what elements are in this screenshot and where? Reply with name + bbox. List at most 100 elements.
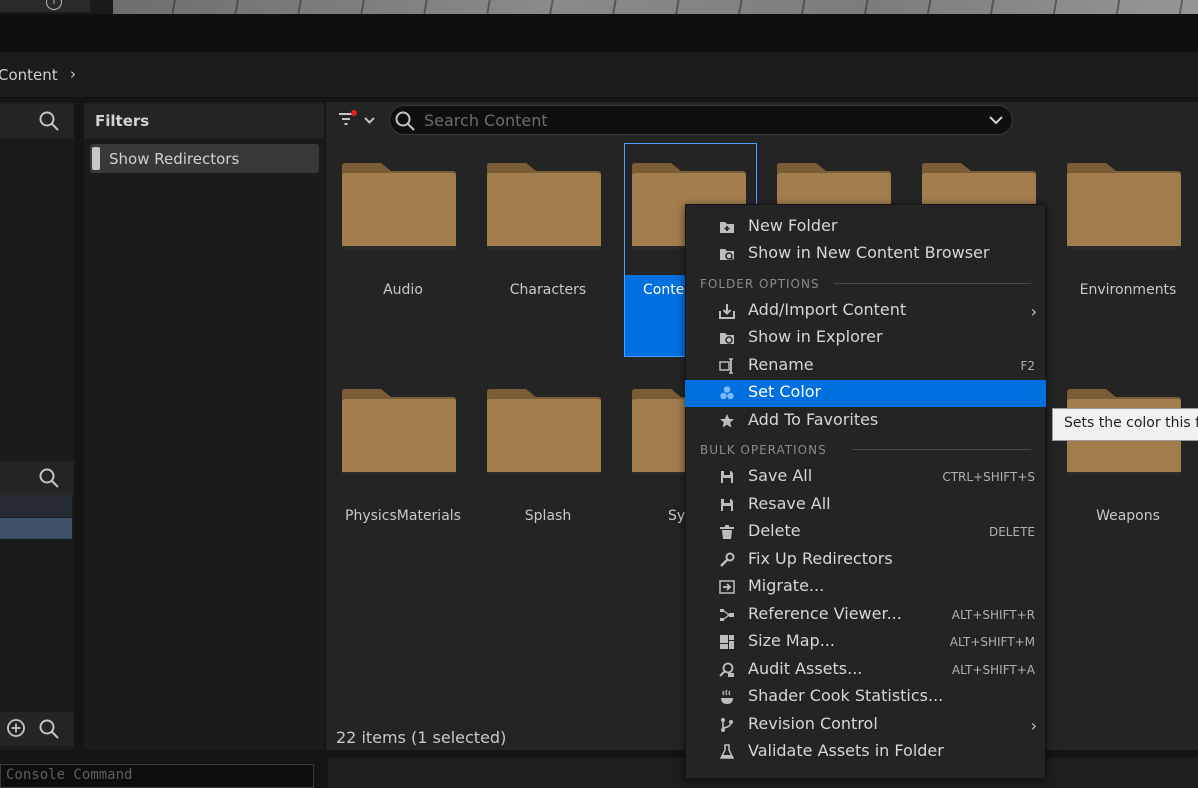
shortcut-label: ALT+SHIFT+R xyxy=(951,608,1035,622)
folder-tile[interactable] xyxy=(341,162,457,254)
wrench-icon xyxy=(720,552,735,567)
tooltip-text: Sets the color this f xyxy=(1064,415,1198,431)
panel-divider xyxy=(0,14,1198,52)
search-placeholder: Search Content xyxy=(424,111,548,130)
migrate-icon xyxy=(719,580,735,594)
shortcut-label: DELETE xyxy=(988,525,1035,539)
menu-item-show-in-explorer[interactable]: Show in Explorer xyxy=(685,325,1046,352)
menu-item-fix-redirectors[interactable]: Fix Up Redirectors xyxy=(685,547,1046,574)
search-icon[interactable] xyxy=(38,467,60,489)
menu-item-save-all[interactable]: Save All CTRL+SHIFT+S xyxy=(685,464,1046,491)
folder-tile[interactable] xyxy=(341,388,457,480)
menu-item-label: Save All xyxy=(748,466,813,485)
folder-tile[interactable] xyxy=(486,388,602,480)
folder-label: Audio xyxy=(383,282,423,298)
browse-folder-icon xyxy=(720,249,735,262)
search-icon[interactable] xyxy=(38,718,60,740)
explorer-icon xyxy=(720,333,734,344)
search-icon[interactable] xyxy=(38,110,60,132)
branch-icon xyxy=(721,718,733,732)
sources-header xyxy=(0,104,74,138)
collections-header xyxy=(0,461,74,495)
menu-item-delete[interactable]: Delete DELETE xyxy=(685,519,1046,546)
menu-item-size-map[interactable]: Size Map... ALT+SHIFT+M xyxy=(685,629,1046,656)
menu-item-label: Add/Import Content xyxy=(748,300,907,319)
folder-tile[interactable] xyxy=(1066,162,1182,254)
trash-icon xyxy=(720,525,734,539)
shortcut-label: ALT+SHIFT+A xyxy=(951,663,1035,677)
folder-icon xyxy=(1067,163,1181,249)
save-icon xyxy=(721,471,733,483)
flask-icon xyxy=(719,744,735,759)
folder-label: Splash xyxy=(524,508,572,524)
viewport-toolbar xyxy=(0,0,90,12)
shortcut-label: CTRL+SHIFT+S xyxy=(942,470,1035,484)
menu-item-label: Validate Assets in Folder xyxy=(748,741,944,760)
menu-item-label: New Folder xyxy=(748,216,838,235)
menu-item-label: Resave All xyxy=(748,494,831,513)
console-placeholder: Console Command xyxy=(6,767,133,783)
level-viewport[interactable] xyxy=(113,0,1198,14)
section-header-folder-options: FOLDER OPTIONS xyxy=(700,277,820,291)
filters-title: Filters xyxy=(95,112,150,130)
menu-item-set-color[interactable]: Set Color xyxy=(685,380,1046,407)
folder-label: Weapons xyxy=(1096,508,1160,524)
menu-item-label: Set Color xyxy=(748,382,822,401)
filter-dropdown-button[interactable] xyxy=(338,110,378,130)
folder-icon xyxy=(487,389,601,475)
filter-label: Show Redirectors xyxy=(109,150,240,168)
filter-toggle-indicator xyxy=(92,147,100,170)
shortcut-label: F2 xyxy=(1020,359,1035,373)
menu-item-reference-viewer[interactable]: Reference Viewer... ALT+SHIFT+R xyxy=(685,602,1046,629)
menu-item-label: Rename xyxy=(748,355,814,374)
shortcut-label: ALT+SHIFT+M xyxy=(949,635,1035,649)
menu-item-shader-cook-stats[interactable]: Shader Cook Statistics... xyxy=(685,684,1046,711)
star-icon xyxy=(720,414,734,428)
menu-item-label: Add To Favorites xyxy=(748,410,879,429)
shader-icon xyxy=(721,689,733,704)
section-divider xyxy=(852,449,1031,450)
reference-icon xyxy=(720,609,734,621)
folder-icon xyxy=(342,389,456,475)
folder-label: Conte xyxy=(643,282,685,298)
menu-item-label: Show in New Content Browser xyxy=(748,243,990,262)
breadcrumb-content[interactable]: Content xyxy=(0,66,58,84)
menu-item-migrate[interactable]: Migrate... xyxy=(685,574,1046,601)
breadcrumb-chevron-icon[interactable]: › xyxy=(70,65,76,83)
menu-item-validate-assets[interactable]: Validate Assets in Folder xyxy=(685,739,1046,766)
path-bar xyxy=(0,52,1198,98)
menu-item-add-favorites[interactable]: Add To Favorites xyxy=(685,408,1046,435)
menu-item-label: Revision Control xyxy=(748,714,878,733)
folder-label: Characters xyxy=(509,282,587,298)
list-item-selected[interactable] xyxy=(0,518,72,539)
rename-icon xyxy=(719,358,733,374)
menu-item-resave-all[interactable]: Resave All xyxy=(685,492,1046,519)
sources-panel xyxy=(0,102,74,750)
filters-panel xyxy=(84,102,324,750)
menu-item-label: Audit Assets... xyxy=(748,659,863,678)
section-divider xyxy=(834,283,1031,284)
save-icon xyxy=(721,499,733,511)
list-item[interactable] xyxy=(0,495,72,517)
menu-item-label: Fix Up Redirectors xyxy=(748,549,893,568)
search-icon xyxy=(395,111,415,131)
menu-item-label: Reference Viewer... xyxy=(748,604,902,623)
menu-item-new-folder[interactable]: New Folder xyxy=(685,214,1046,241)
item-count: 22 items (1 selected) xyxy=(336,728,507,747)
folder-icon xyxy=(342,163,456,249)
section-header-bulk-operations: BULK OPERATIONS xyxy=(700,443,827,457)
folder-tile[interactable] xyxy=(486,162,602,254)
audit-icon xyxy=(719,662,734,677)
menu-item-revision-control[interactable]: Revision Control › xyxy=(685,712,1046,739)
add-circle-icon[interactable] xyxy=(6,718,26,738)
menu-item-rename[interactable]: Rename F2 xyxy=(685,353,1046,380)
menu-item-show-in-new-browser[interactable]: Show in New Content Browser xyxy=(685,241,1046,268)
menu-item-label: Show in Explorer xyxy=(748,327,883,346)
submenu-arrow-icon: › xyxy=(1030,302,1037,321)
folder-label: Sy xyxy=(668,508,686,524)
folder-label: Environments xyxy=(1079,282,1177,298)
chevron-down-icon[interactable] xyxy=(987,112,1005,128)
folder-label: PhysicsMaterials xyxy=(345,508,461,524)
menu-item-add-import[interactable]: Add/Import Content › xyxy=(685,298,1046,325)
menu-item-audit-assets[interactable]: Audit Assets... ALT+SHIFT+A xyxy=(685,657,1046,684)
